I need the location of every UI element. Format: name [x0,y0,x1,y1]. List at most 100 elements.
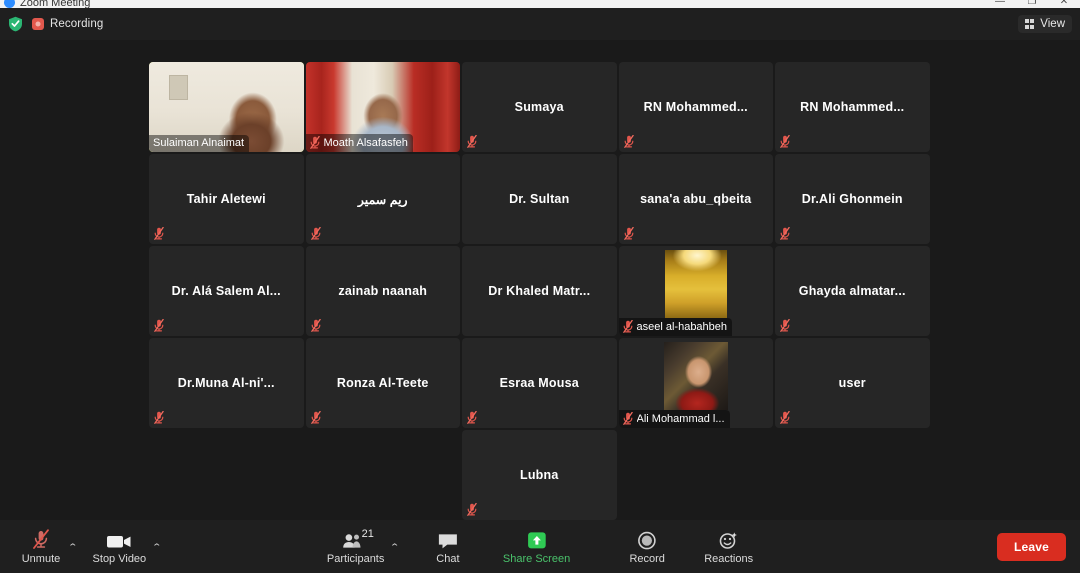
muted-microphone-icon [780,227,790,240]
toolbar-right-group: Leave [997,533,1066,561]
muted-microphone-icon [311,227,321,240]
meeting-status-group: Recording [8,16,103,32]
muted-microphone-icon [624,227,634,240]
participant-name: ريم سمير [352,192,414,207]
participant-tile[interactable]: Esraa Mousa [462,338,617,428]
recording-dot-icon [32,18,44,30]
stop-video-button[interactable]: Stop Video [87,520,153,573]
record-circle-icon [637,528,657,550]
participant-grid: Sulaiman Alnaimat Moath Alsafasfeh Sumaya R… [149,62,931,520]
reactions-label: Reactions [704,553,753,565]
participant-name: Ali Mohammad l... [637,413,725,425]
participant-tile[interactable]: Ronza Al-Teete [306,338,461,428]
muted-microphone-icon [154,319,164,332]
participant-name: Sumaya [509,100,570,114]
participant-name-bar: Moath Alsafasfeh [306,134,413,152]
muted-microphone-icon [311,411,321,424]
wall-frame-decoration [169,75,188,100]
empty-tile-slot [149,430,304,520]
recording-label: Recording [50,18,103,30]
participant-tile[interactable]: Ali Mohammad l... [619,338,774,428]
close-button[interactable]: ✕ [1048,0,1080,6]
title-bar-left: Zoom Meeting [0,0,90,8]
participant-tile[interactable]: Sumaya [462,62,617,152]
participant-name: zainab naanah [332,284,433,298]
muted-microphone-icon [623,412,633,425]
participant-name-bar: aseel al-habahbeh [619,318,733,336]
zoom-logo-icon [4,0,15,8]
share-screen-icon [526,528,548,550]
muted-microphone-icon [311,319,321,332]
participant-video-feed [664,342,728,410]
participant-name: sana'a abu_qbeita [634,192,757,206]
unmute-label: Unmute [22,553,61,565]
participant-tile[interactable]: Dr. Alá Salem Al... [149,246,304,336]
empty-tile-slot [306,430,461,520]
view-button[interactable]: View [1018,15,1072,33]
window-title-bar: Zoom Meeting — ❐ ✕ [0,0,1080,8]
video-camera-icon [106,528,132,550]
meeting-top-bar: Recording View [0,8,1080,40]
participant-tile[interactable]: Ghayda almatar... [775,246,930,336]
participant-tile[interactable]: aseel al-habahbeh [619,246,774,336]
share-screen-button[interactable]: Share Screen [497,520,576,573]
participant-tile[interactable]: Dr.Ali Ghonmein [775,154,930,244]
meeting-toolbar: Unmute ⌃ Stop Video ⌃ [0,520,1080,573]
participant-name: Dr. Sultan [503,192,575,206]
record-label: Record [629,553,664,565]
participant-name: user [833,376,872,390]
participant-tile[interactable]: zainab naanah [306,246,461,336]
participant-tile[interactable]: RN Mohammed... [775,62,930,152]
video-options-chevron-icon[interactable]: ⌃ [152,542,163,553]
minimize-button[interactable]: — [984,0,1016,6]
participant-video-feed [665,250,727,318]
reactions-button[interactable]: Reactions [698,520,759,573]
participant-name: Esraa Mousa [494,376,585,390]
chat-bubble-icon [437,528,459,550]
participant-tile[interactable]: RN Mohammed... [619,62,774,152]
empty-tile-slot [619,430,774,520]
participant-tile[interactable]: user [775,338,930,428]
participant-name: Dr Khaled Matr... [482,284,596,298]
toolbar-left-group: Unmute ⌃ Stop Video ⌃ [0,520,161,573]
unmute-button[interactable]: Unmute [14,520,68,573]
participant-name: Dr.Ali Ghonmein [796,192,909,206]
chat-button[interactable]: Chat [421,520,475,573]
view-button-label: View [1040,18,1065,30]
participant-tile[interactable]: Dr.Muna Al-ni'... [149,338,304,428]
participant-name: Moath Alsafasfeh [324,137,408,149]
participant-tile[interactable]: ريم سمير [306,154,461,244]
participants-options-chevron-icon[interactable]: ⌃ [390,542,401,553]
participant-name: Ronza Al-Teete [331,376,435,390]
audio-options-chevron-icon[interactable]: ⌃ [67,542,78,553]
participant-tile[interactable]: Dr. Sultan [462,154,617,244]
participant-name: aseel al-habahbeh [637,321,728,333]
leave-button[interactable]: Leave [997,533,1066,561]
participant-name-bar: Sulaiman Alnaimat [149,135,249,152]
window-controls: — ❐ ✕ [984,0,1080,8]
participant-name: Dr.Muna Al-ni'... [172,376,281,390]
participant-tile[interactable]: sana'a abu_qbeita [619,154,774,244]
participant-name: RN Mohammed... [638,100,754,114]
muted-microphone-icon [623,320,633,333]
green-shield-icon[interactable] [8,16,23,32]
participants-label: Participants [327,553,384,565]
muted-microphone-icon [780,319,790,332]
participant-tile[interactable]: Dr Khaled Matr... [462,246,617,336]
recording-indicator[interactable]: Recording [32,18,103,30]
participant-name: Tahir Aletewi [181,192,272,206]
participant-tile[interactable]: Moath Alsafasfeh [306,62,461,152]
participant-name-bar: Ali Mohammad l... [619,410,730,428]
toolbar-center-group: 21 Participants ⌃ Chat Share Screen [321,520,759,573]
record-button[interactable]: Record [620,520,674,573]
participant-tile[interactable]: Tahir Aletewi [149,154,304,244]
muted-microphone-icon [310,136,320,149]
chat-label: Chat [436,553,459,565]
maximize-button[interactable]: ❐ [1016,0,1048,6]
muted-microphone-icon [154,227,164,240]
participant-tile[interactable]: Lubna [462,430,617,520]
participant-tile[interactable]: Sulaiman Alnaimat [149,62,304,152]
muted-microphone-icon [467,135,477,148]
participant-name: Dr. Alá Salem Al... [166,284,287,298]
participants-button[interactable]: 21 Participants [321,520,390,573]
